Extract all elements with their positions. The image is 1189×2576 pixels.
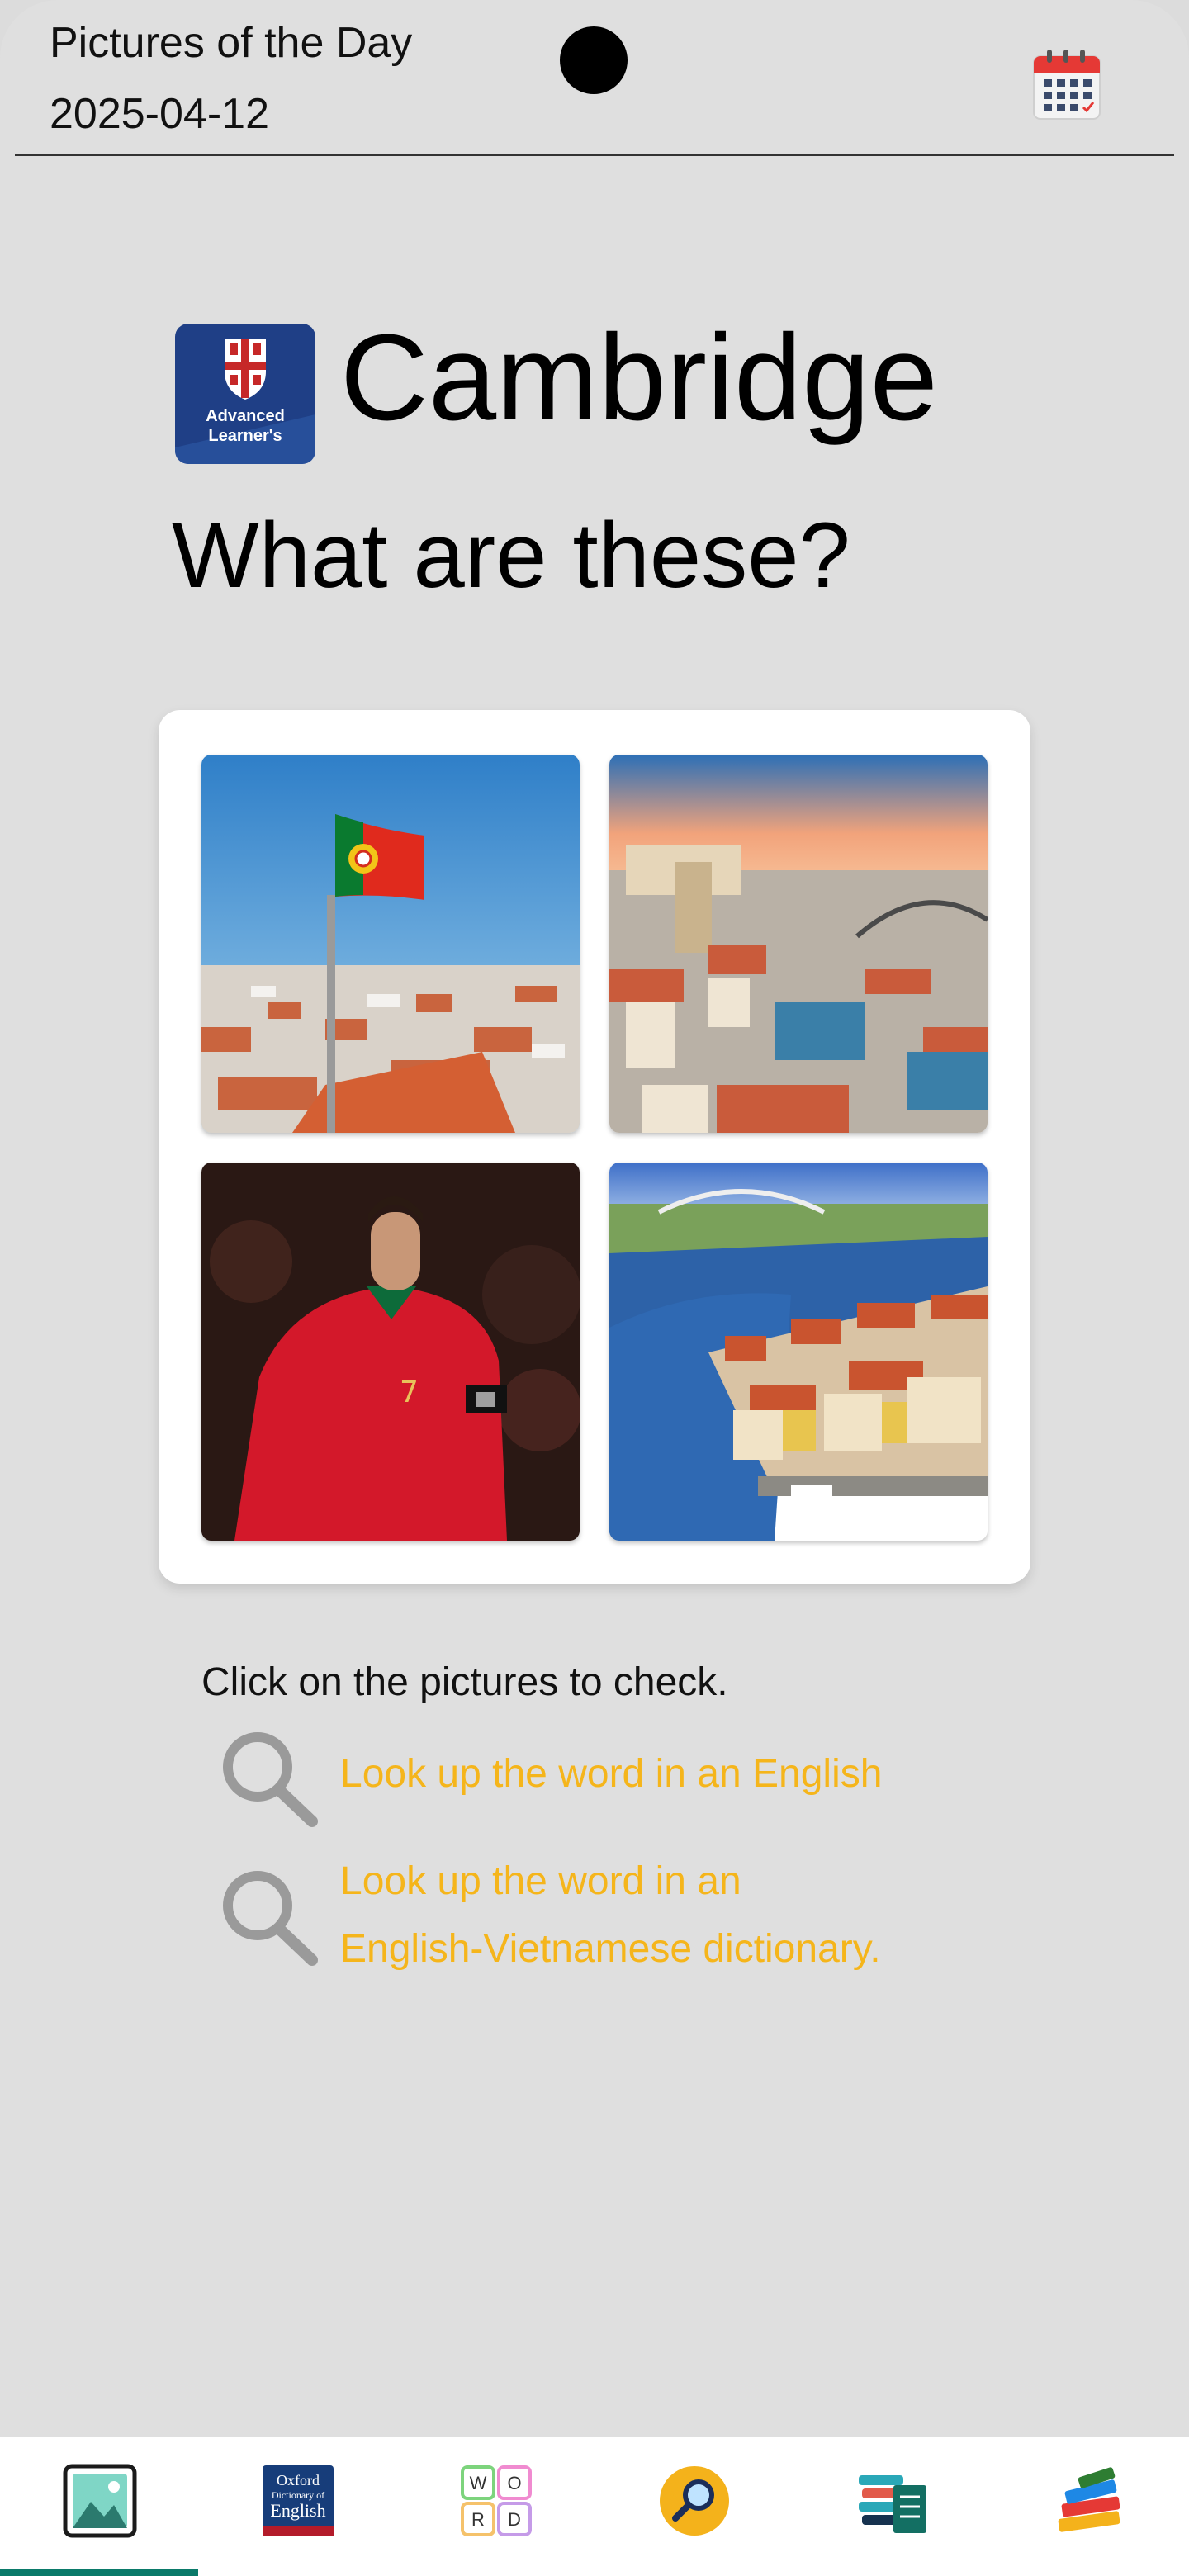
word-letter-w: W — [470, 2473, 487, 2493]
logo-caption-line1: Advanced — [206, 407, 285, 425]
riverside-city-picture — [609, 1163, 988, 1541]
logo-caption-line2: Learner's — [208, 427, 282, 445]
word-letter-o: O — [507, 2473, 521, 2493]
cambridge-logo: Advanced Learner's — [175, 324, 315, 464]
lookup-english-link[interactable]: Look up the word in an English — [340, 1740, 882, 1808]
active-tab-indicator — [0, 2569, 198, 2576]
magnifier-icon — [215, 1724, 322, 1831]
picture-4[interactable] — [609, 1163, 988, 1541]
header-divider — [15, 154, 1174, 156]
books-icon[interactable] — [1054, 2464, 1128, 2538]
pictures-card: 7 — [159, 710, 1030, 1584]
word-game-icon[interactable]: W O R D — [459, 2464, 533, 2538]
app-screen: Pictures of the Day 2025-04-12 Advanced … — [0, 0, 1189, 2576]
picture-2[interactable] — [609, 755, 988, 1133]
picture-3[interactable]: 7 — [201, 1163, 580, 1541]
footballer-picture: 7 — [201, 1163, 580, 1541]
oxford-dictionary-icon[interactable]: Oxford Dictionary of English — [261, 2464, 335, 2538]
front-camera — [560, 26, 628, 94]
pictures-icon[interactable] — [63, 2464, 137, 2538]
picture-1[interactable] — [201, 755, 580, 1133]
flag-over-city-picture — [201, 755, 580, 1133]
oxford-line1: Oxford — [277, 2472, 320, 2488]
logo-caption: Advanced Learner's — [175, 406, 315, 446]
city-bridge-picture — [609, 755, 988, 1133]
oxford-line2: Dictionary of — [272, 2489, 324, 2501]
word-letter-r: R — [471, 2509, 485, 2530]
question-heading: What are these? — [172, 504, 850, 607]
calendar-icon[interactable] — [1032, 48, 1101, 122]
bottom-nav: Oxford Dictionary of English W O R D — [0, 2437, 1189, 2576]
magnifier-icon — [215, 1863, 322, 1970]
word-list-icon[interactable] — [855, 2464, 930, 2538]
click-instruction: Click on the pictures to check. — [201, 1660, 728, 1704]
app-title: Pictures of the Day — [50, 19, 413, 67]
header: Pictures of the Day 2025-04-12 — [0, 0, 1189, 157]
oxford-line3: English — [270, 2500, 325, 2521]
search-icon[interactable] — [657, 2464, 732, 2538]
lookup-vietnamese-line1: Look up the word in an — [340, 1859, 741, 1903]
lookup-vietnamese-line2: English-Vietnamese dictionary. — [340, 1927, 881, 1971]
svg-text:7: 7 — [400, 1376, 419, 1409]
word-letter-d: D — [508, 2509, 521, 2530]
brand-name: Cambridge — [340, 310, 938, 446]
current-date: 2025-04-12 — [50, 90, 269, 138]
lookup-vietnamese-link[interactable]: Look up the word in an English-Vietnames… — [340, 1848, 881, 1983]
